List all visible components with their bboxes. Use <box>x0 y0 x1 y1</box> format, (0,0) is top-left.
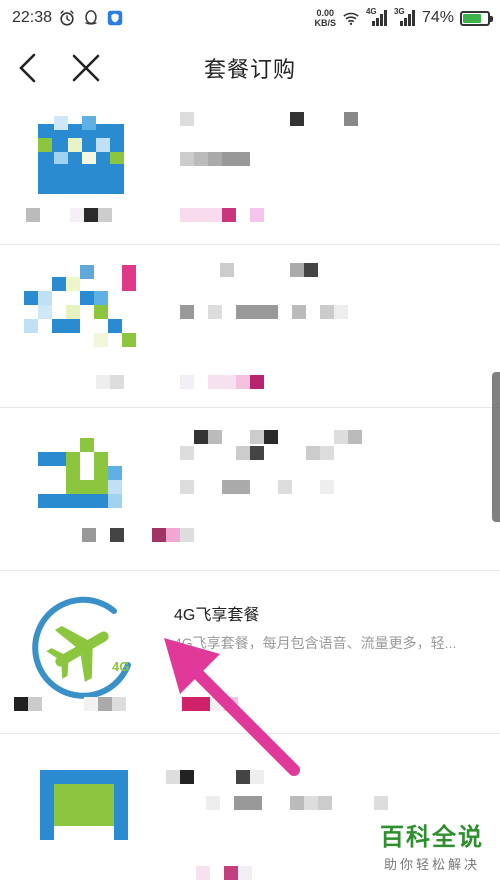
status-time: 22:38 <box>12 9 53 26</box>
package-list[interactable]: 4G 4G飞享套餐 4G飞享套餐，每月包含语音、流量更多，轻... <box>0 100 500 889</box>
blurred-text <box>180 112 358 126</box>
shield-app-icon <box>107 10 123 26</box>
signal-4g-icon: 4G <box>366 7 388 27</box>
package-item[interactable] <box>0 245 500 408</box>
back-button[interactable] <box>10 50 46 86</box>
package-image <box>38 438 122 508</box>
close-button[interactable] <box>68 50 104 86</box>
qq-icon <box>85 10 97 25</box>
4g-badge: 4G <box>112 659 129 674</box>
package-thumbnail: 4G <box>28 595 138 705</box>
package-thumbnail <box>24 263 136 375</box>
blurred-text <box>180 480 334 494</box>
package-image <box>24 265 136 347</box>
package-thumbnail <box>40 766 152 882</box>
back-arrow-icon <box>19 53 36 83</box>
battery-fill <box>463 13 481 23</box>
blurred-price <box>96 375 264 389</box>
blurred-text <box>180 430 362 444</box>
blurred-text <box>206 796 388 810</box>
signal-3g-icon: 3G <box>394 7 416 27</box>
status-bar: 22:38 0.00 KB/S 4G 3G 74% <box>0 0 500 36</box>
close-icon <box>72 54 100 82</box>
blurred-price <box>26 208 112 222</box>
package-item[interactable] <box>0 100 500 245</box>
airplane-4g-icon: 4G <box>32 596 131 699</box>
package-description: 4G飞享套餐，每月包含语音、流量更多，轻... <box>174 635 457 651</box>
watermark-logo: 百科全说 助你轻松解决 <box>380 817 484 873</box>
blurred-price <box>180 208 264 222</box>
watermark-subtitle: 助你轻松解决 <box>383 857 480 872</box>
package-item-4g-feixiang[interactable]: 4G 4G飞享套餐 4G飞享套餐，每月包含语音、流量更多，轻... <box>0 571 500 734</box>
scroll-handle[interactable] <box>492 372 500 522</box>
blurred-price <box>82 528 194 542</box>
blurred-text <box>180 152 250 166</box>
blurred-text <box>180 305 348 319</box>
blurred-price <box>14 697 238 711</box>
blurred-price <box>196 866 252 880</box>
wifi-icon <box>343 12 359 26</box>
watermark-title: 百科全说 <box>380 824 484 851</box>
blurred-text <box>180 263 318 277</box>
blurred-text <box>180 446 334 460</box>
blurred-text <box>166 770 264 784</box>
battery-percent: 74% <box>421 9 454 26</box>
alarm-icon <box>60 10 74 26</box>
package-image <box>24 116 124 194</box>
header-bar: 套餐订购 <box>0 36 500 100</box>
package-image <box>40 766 128 840</box>
battery-icon <box>460 10 493 26</box>
package-item[interactable] <box>0 408 500 571</box>
package-name: 4G飞享套餐 <box>174 607 260 624</box>
network-speed: 0.00 KB/S <box>314 8 336 28</box>
package-thumbnail <box>24 110 136 222</box>
